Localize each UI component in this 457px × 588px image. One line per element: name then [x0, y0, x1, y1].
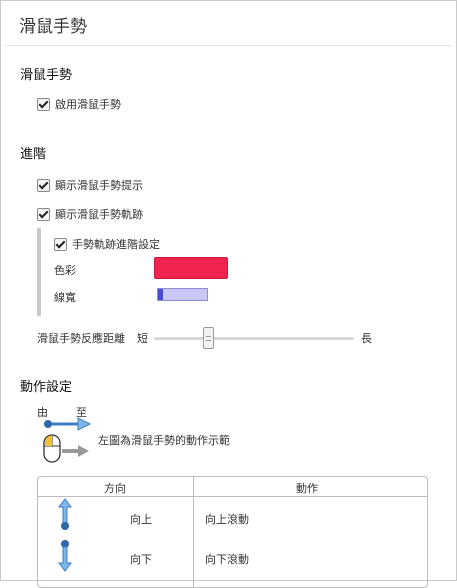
arrow-down-icon: [58, 540, 72, 572]
arrow-up-icon: [58, 498, 72, 530]
table-header: 方向 動作: [38, 477, 427, 497]
enable-gesture-checkbox[interactable]: 啟用滑鼠手勢: [37, 96, 121, 112]
header-action: 動作: [296, 482, 318, 495]
gesture-demo-text: 左圖為滑鼠手勢的動作示範: [98, 434, 230, 447]
row-action: 向下滾動: [205, 553, 249, 566]
color-label: 色彩: [54, 264, 76, 277]
checkbox-checked-icon[interactable]: [54, 237, 67, 251]
line-width-fill: [158, 289, 163, 300]
trail-advanced-label: 手勢軌跡進階設定: [72, 238, 160, 251]
gesture-action-table: 方向 動作 向上 向上滾動 向下 向下滾動: [37, 476, 428, 588]
line-width-slider[interactable]: [157, 288, 208, 301]
page-title: 滑鼠手勢: [19, 17, 87, 37]
header-divider: [6, 45, 451, 46]
sensitivity-slider-thumb[interactable]: [202, 327, 214, 349]
sensitivity-label: 滑鼠手勢反應距離: [37, 332, 125, 345]
mouse-icon: [43, 434, 89, 463]
sensitivity-long-label: 長: [361, 332, 372, 345]
show-trail-label: 顯示滑鼠手勢軌跡: [55, 208, 143, 221]
header-direction: 方向: [104, 482, 126, 495]
row-action: 向上滾動: [205, 513, 249, 526]
checkbox-checked-icon[interactable]: [37, 207, 50, 221]
sensitivity-slider-track[interactable]: [154, 337, 354, 340]
row-direction: 向下: [130, 553, 152, 566]
color-picker[interactable]: [154, 257, 228, 279]
checkbox-checked-icon[interactable]: [37, 178, 50, 192]
sensitivity-short-label: 短: [137, 332, 148, 345]
trail-advanced-checkbox[interactable]: 手勢軌跡進階設定: [54, 236, 160, 252]
column-divider: [193, 477, 194, 587]
from-to-arrow-icon: [44, 417, 92, 431]
show-hint-checkbox[interactable]: 顯示滑鼠手勢提示: [37, 177, 143, 193]
show-trail-checkbox[interactable]: 顯示滑鼠手勢軌跡: [37, 206, 143, 222]
section-title-gesture: 滑鼠手勢: [20, 68, 73, 83]
section-title-advanced: 進階: [20, 147, 47, 162]
section-title-actions: 動作設定: [20, 380, 73, 395]
width-label: 線寬: [54, 291, 76, 304]
show-hint-label: 顯示滑鼠手勢提示: [55, 179, 143, 192]
advanced-group-bar: [37, 228, 41, 316]
enable-gesture-label: 啟用滑鼠手勢: [55, 98, 121, 111]
checkbox-checked-icon[interactable]: [37, 97, 50, 111]
row-direction: 向上: [130, 513, 152, 526]
